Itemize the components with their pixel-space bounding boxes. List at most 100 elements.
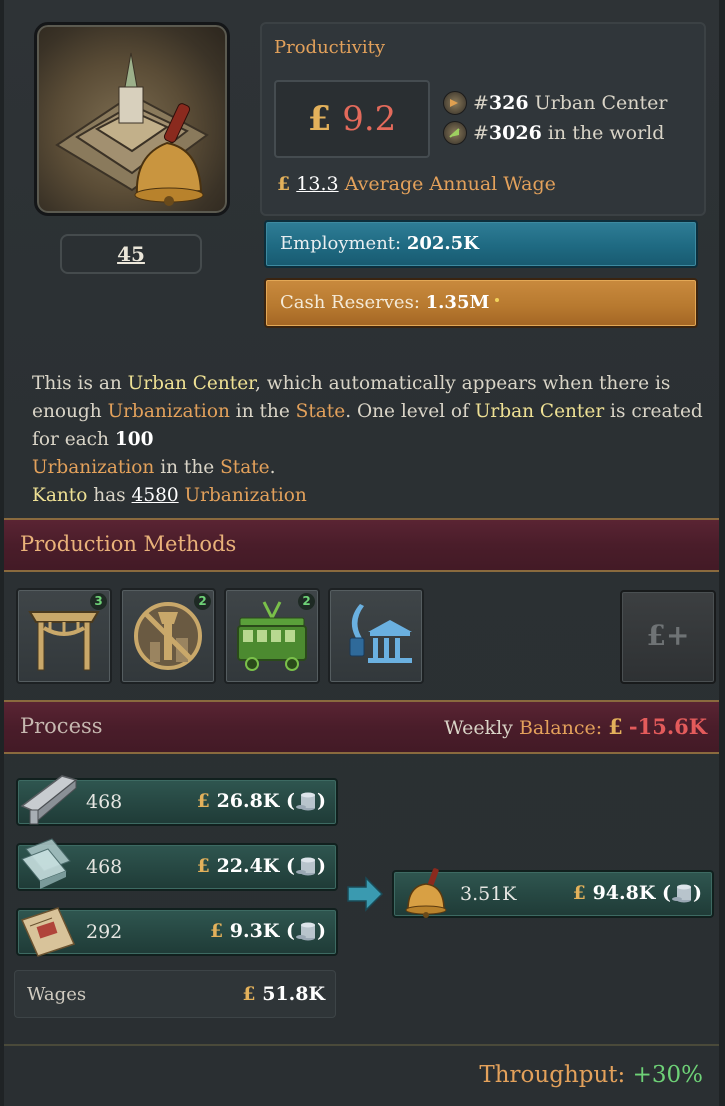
input-price: £ 9.3K () bbox=[210, 920, 326, 942]
output-good-urban-services[interactable]: 3.51K £ 94.8K () bbox=[392, 868, 714, 918]
input-price-value: 22.4K bbox=[216, 855, 280, 877]
urbanization-link[interactable]: Urbanization bbox=[108, 401, 230, 422]
currency-symbol: £ bbox=[307, 99, 332, 139]
production-method-no-street-lighting[interactable]: 2 bbox=[120, 588, 216, 684]
process-title: Process bbox=[20, 714, 103, 738]
cash-reserves-bar[interactable]: Cash Reserves: 1.35M bbox=[264, 278, 698, 328]
employment-bar[interactable]: Employment: 202.5K bbox=[264, 220, 698, 268]
tram-icon bbox=[237, 601, 307, 671]
balance-prefix: Weekly bbox=[444, 717, 513, 739]
input-good-steel[interactable]: 468 £ 26.8K () bbox=[16, 775, 338, 826]
method-badge: 2 bbox=[194, 593, 211, 610]
desc-text: This is an bbox=[32, 373, 128, 394]
public-institution-icon bbox=[349, 604, 412, 663]
wages-value: 51.8K bbox=[262, 983, 325, 1005]
rank-local-row[interactable]: #326 Urban Center bbox=[443, 91, 667, 115]
production-methods-header: Production Methods bbox=[4, 518, 719, 572]
currency-symbol: £ bbox=[572, 882, 586, 904]
state-link[interactable]: State bbox=[296, 401, 346, 422]
production-method-covered-market[interactable]: 3 bbox=[16, 588, 112, 684]
panel-frame-right bbox=[719, 0, 725, 1106]
input-good-glass[interactable]: 468 £ 22.4K () bbox=[16, 838, 338, 891]
throughput[interactable]: Throughput: +30% bbox=[479, 1062, 703, 1088]
currency-symbol: £ bbox=[608, 714, 623, 739]
balance-value: -15.6K bbox=[628, 714, 707, 739]
currency-symbol: £ bbox=[277, 173, 291, 195]
paren-close: ) bbox=[317, 920, 326, 942]
urban-center-bell-icon bbox=[55, 52, 209, 206]
production-method-public-institution[interactable] bbox=[328, 588, 424, 684]
building-level[interactable]: 45 bbox=[60, 234, 202, 274]
production-method-tram[interactable]: 2 bbox=[224, 588, 320, 684]
add-money-icon: £+ bbox=[646, 619, 690, 652]
building-image bbox=[34, 22, 230, 216]
method-badge: 3 bbox=[90, 593, 107, 610]
input-quantity: 292 bbox=[86, 921, 123, 943]
services-ticket-icon bbox=[20, 907, 76, 957]
average-wage-row[interactable]: £ 13.3 Average Annual Wage bbox=[277, 173, 556, 195]
process-header: Process Weekly Balance: £ -15.6K bbox=[4, 700, 719, 754]
glass-icon bbox=[21, 838, 71, 889]
urbanization-link[interactable]: Urbanization bbox=[185, 485, 307, 506]
employment-label: Employment: bbox=[280, 233, 402, 254]
rank-local-number: 326 bbox=[488, 92, 529, 114]
no-street-lighting-icon bbox=[134, 602, 202, 670]
currency-symbol: £ bbox=[196, 855, 210, 877]
method-badge: 2 bbox=[298, 593, 315, 610]
urbanization-amount[interactable]: 4580 bbox=[132, 485, 179, 506]
rank-local-label: Urban Center bbox=[534, 92, 668, 114]
paren-open: ( bbox=[662, 882, 671, 904]
paren-open: ( bbox=[286, 790, 295, 812]
building-description: This is an Urban Center, which automatic… bbox=[32, 370, 707, 510]
throughput-value: +30% bbox=[632, 1062, 703, 1088]
covered-market-icon bbox=[28, 611, 100, 671]
paren-open: ( bbox=[286, 855, 295, 877]
cash-reserves-value: 1.35M bbox=[425, 292, 490, 313]
employment-value: 202.5K bbox=[406, 233, 479, 254]
currency-symbol: £ bbox=[209, 920, 224, 942]
paren-close: ) bbox=[693, 882, 702, 904]
wages-label: Wages bbox=[27, 984, 87, 1005]
urbanization-link[interactable]: Urbanization bbox=[32, 457, 154, 478]
input-price-value: 9.3K bbox=[229, 920, 280, 942]
productivity-value: 9.2 bbox=[342, 99, 397, 139]
rank-world-prefix: # bbox=[473, 122, 489, 144]
building-level-value: 45 bbox=[117, 242, 145, 266]
desc-text: in the bbox=[154, 457, 221, 478]
desc-text: . One level of bbox=[345, 401, 475, 422]
rank-world-row[interactable]: #3026 in the world bbox=[443, 121, 664, 145]
state-link[interactable]: State bbox=[220, 457, 270, 478]
output-price-value: 94.8K bbox=[592, 882, 656, 904]
output-price: £ 94.8K () bbox=[573, 882, 702, 904]
paren-open: ( bbox=[286, 920, 295, 942]
state-name-link[interactable]: Kanto bbox=[32, 485, 87, 506]
steel-icon bbox=[20, 775, 78, 825]
currency-symbol: £ bbox=[196, 790, 210, 812]
process-arrow-icon bbox=[347, 876, 384, 912]
input-quantity: 468 bbox=[86, 791, 123, 813]
urbanization-per-level: 100 bbox=[114, 429, 154, 450]
urban-center-link[interactable]: Urban Center bbox=[128, 373, 255, 394]
divider bbox=[4, 1044, 719, 1046]
average-wage-value: 13.3 bbox=[296, 173, 339, 195]
rank-arrow-up-icon bbox=[443, 121, 467, 145]
urban-center-link[interactable]: Urban Center bbox=[475, 401, 604, 422]
input-price-value: 26.8K bbox=[216, 790, 280, 812]
input-price: £ 26.8K () bbox=[197, 790, 326, 812]
input-price: £ 22.4K () bbox=[197, 855, 326, 877]
input-quantity: 468 bbox=[86, 856, 123, 878]
coin-stack-icon bbox=[296, 922, 315, 941]
productivity-title: Productivity bbox=[274, 37, 386, 58]
throughput-label: Throughput: bbox=[479, 1062, 626, 1088]
desc-text: has bbox=[87, 485, 132, 506]
coin-stack-icon bbox=[296, 857, 315, 876]
weekly-balance[interactable]: Weekly Balance: £ -15.6K bbox=[444, 714, 707, 739]
paren-close: ) bbox=[317, 855, 326, 877]
add-production-method-button[interactable]: £+ bbox=[620, 590, 716, 684]
productivity-value-box[interactable]: £ 9.2 bbox=[274, 80, 430, 158]
wages-row[interactable]: Wages £ 51.8K bbox=[14, 970, 336, 1018]
rank-world-label: in the world bbox=[547, 122, 665, 144]
average-wage-label: Average Annual Wage bbox=[344, 173, 556, 195]
input-good-services[interactable]: 292 £ 9.3K () bbox=[16, 907, 338, 957]
currency-symbol: £ bbox=[242, 983, 256, 1005]
